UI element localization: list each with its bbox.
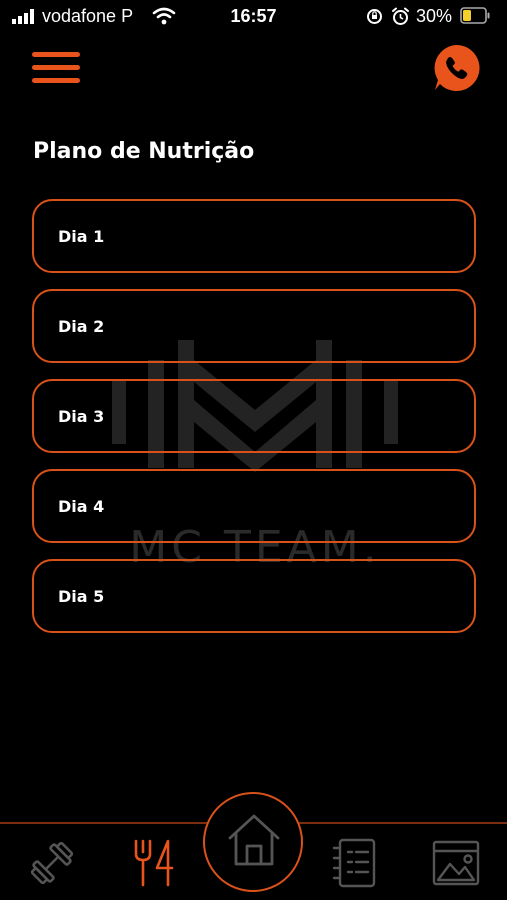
day-item-5[interactable]: Dia 5 [32,559,476,633]
phone-icon[interactable] [431,43,481,93]
dumbbell-icon[interactable] [27,838,77,888]
fork-knife-icon[interactable] [130,838,178,888]
rotation-lock-icon [367,9,382,24]
battery-percentage: 30% [416,6,453,26]
bottom-nav [0,792,507,900]
day-list: Dia 1 Dia 2 Dia 3 Dia 4 Dia 5 [32,199,476,649]
battery-icon [460,7,490,24]
status-bar: vodafone P 16:57 30% [0,0,507,34]
alarm-icon [392,7,409,25]
day-label: Dia 5 [58,586,105,606]
day-label: Dia 3 [58,406,105,426]
day-item-3[interactable]: Dia 3 [32,379,476,453]
home-icon [228,814,280,866]
day-label: Dia 1 [58,226,105,246]
day-label: Dia 4 [58,496,105,516]
home-button[interactable] [203,792,303,892]
checklist-icon[interactable] [330,838,378,888]
hamburger-menu-icon[interactable] [32,50,80,86]
day-label: Dia 2 [58,316,105,336]
gallery-icon[interactable] [432,840,480,886]
page-title: Plano de Nutrição [33,139,255,164]
day-item-1[interactable]: Dia 1 [32,199,476,273]
day-item-2[interactable]: Dia 2 [32,289,476,363]
day-item-4[interactable]: Dia 4 [32,469,476,543]
